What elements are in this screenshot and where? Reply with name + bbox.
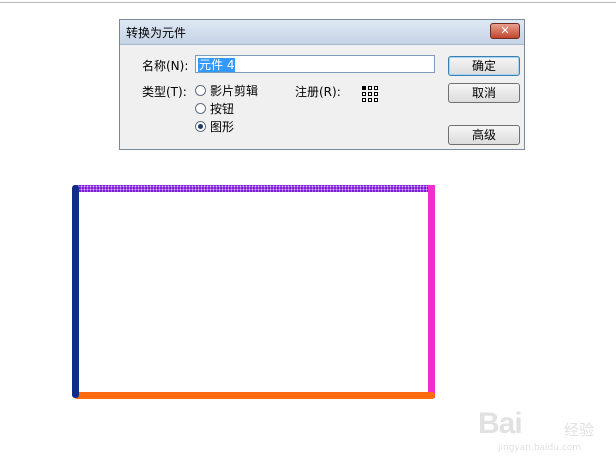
watermark-suffix: 经验 <box>564 421 595 439</box>
reg-point-top-right[interactable] <box>374 86 378 90</box>
reg-point-top[interactable] <box>368 86 372 90</box>
rectangle-top-stroke <box>74 185 435 192</box>
type-label: 类型(T): <box>142 85 187 99</box>
baidu-jingyan-watermark: Bai 经验 jingyan.baidu.com <box>478 405 598 455</box>
close-icon: ✕ <box>500 24 510 37</box>
top-divider <box>0 2 616 3</box>
type-option-label: 影片剪辑 <box>210 83 259 98</box>
type-option-label: 按钮 <box>210 101 235 116</box>
reg-point-bottom-left[interactable] <box>362 98 366 102</box>
reg-point-left[interactable] <box>362 92 366 96</box>
radio-movieclip[interactable] <box>195 84 206 96</box>
type-option-graphic[interactable]: 图形 <box>195 118 234 134</box>
type-option-movieclip[interactable]: 影片剪辑 <box>195 82 258 98</box>
registration-grid[interactable] <box>362 86 380 104</box>
rectangle-left-stroke <box>72 185 79 398</box>
dialog-title: 转换为元件 <box>126 26 187 40</box>
reg-point-bottom[interactable] <box>368 98 372 102</box>
convert-to-symbol-dialog: 转换为元件 ✕ 名称(N): 元件 4 类型(T): 影片剪辑 按钮 图形 注册… <box>119 19 525 150</box>
radio-button[interactable] <box>195 102 206 114</box>
watermark-url: jingyan.baidu.com <box>498 443 582 453</box>
rectangle-fill <box>79 192 428 392</box>
rectangle-right-stroke <box>428 185 435 398</box>
name-label: 名称(N): <box>142 59 189 73</box>
rectangle-bottom-stroke <box>74 392 435 399</box>
reg-point-top-left[interactable] <box>362 86 366 90</box>
type-option-button[interactable]: 按钮 <box>195 100 234 116</box>
reg-point-right[interactable] <box>374 92 378 96</box>
name-input-value: 元件 4 <box>198 58 236 72</box>
radio-graphic[interactable] <box>195 120 206 132</box>
watermark-brand: Bai <box>478 407 523 440</box>
cancel-button[interactable]: 取消 <box>448 83 520 103</box>
ok-button[interactable]: 确定 <box>448 56 520 76</box>
advanced-button[interactable]: 高级 <box>448 125 520 145</box>
type-option-label: 图形 <box>210 119 235 134</box>
registration-label: 注册(R): <box>295 85 341 99</box>
close-button[interactable]: ✕ <box>490 23 520 39</box>
name-input[interactable]: 元件 4 <box>195 55 435 73</box>
reg-point-center[interactable] <box>368 92 372 96</box>
dialog-titlebar[interactable]: 转换为元件 ✕ <box>120 20 524 45</box>
reg-point-bottom-right[interactable] <box>374 98 378 102</box>
